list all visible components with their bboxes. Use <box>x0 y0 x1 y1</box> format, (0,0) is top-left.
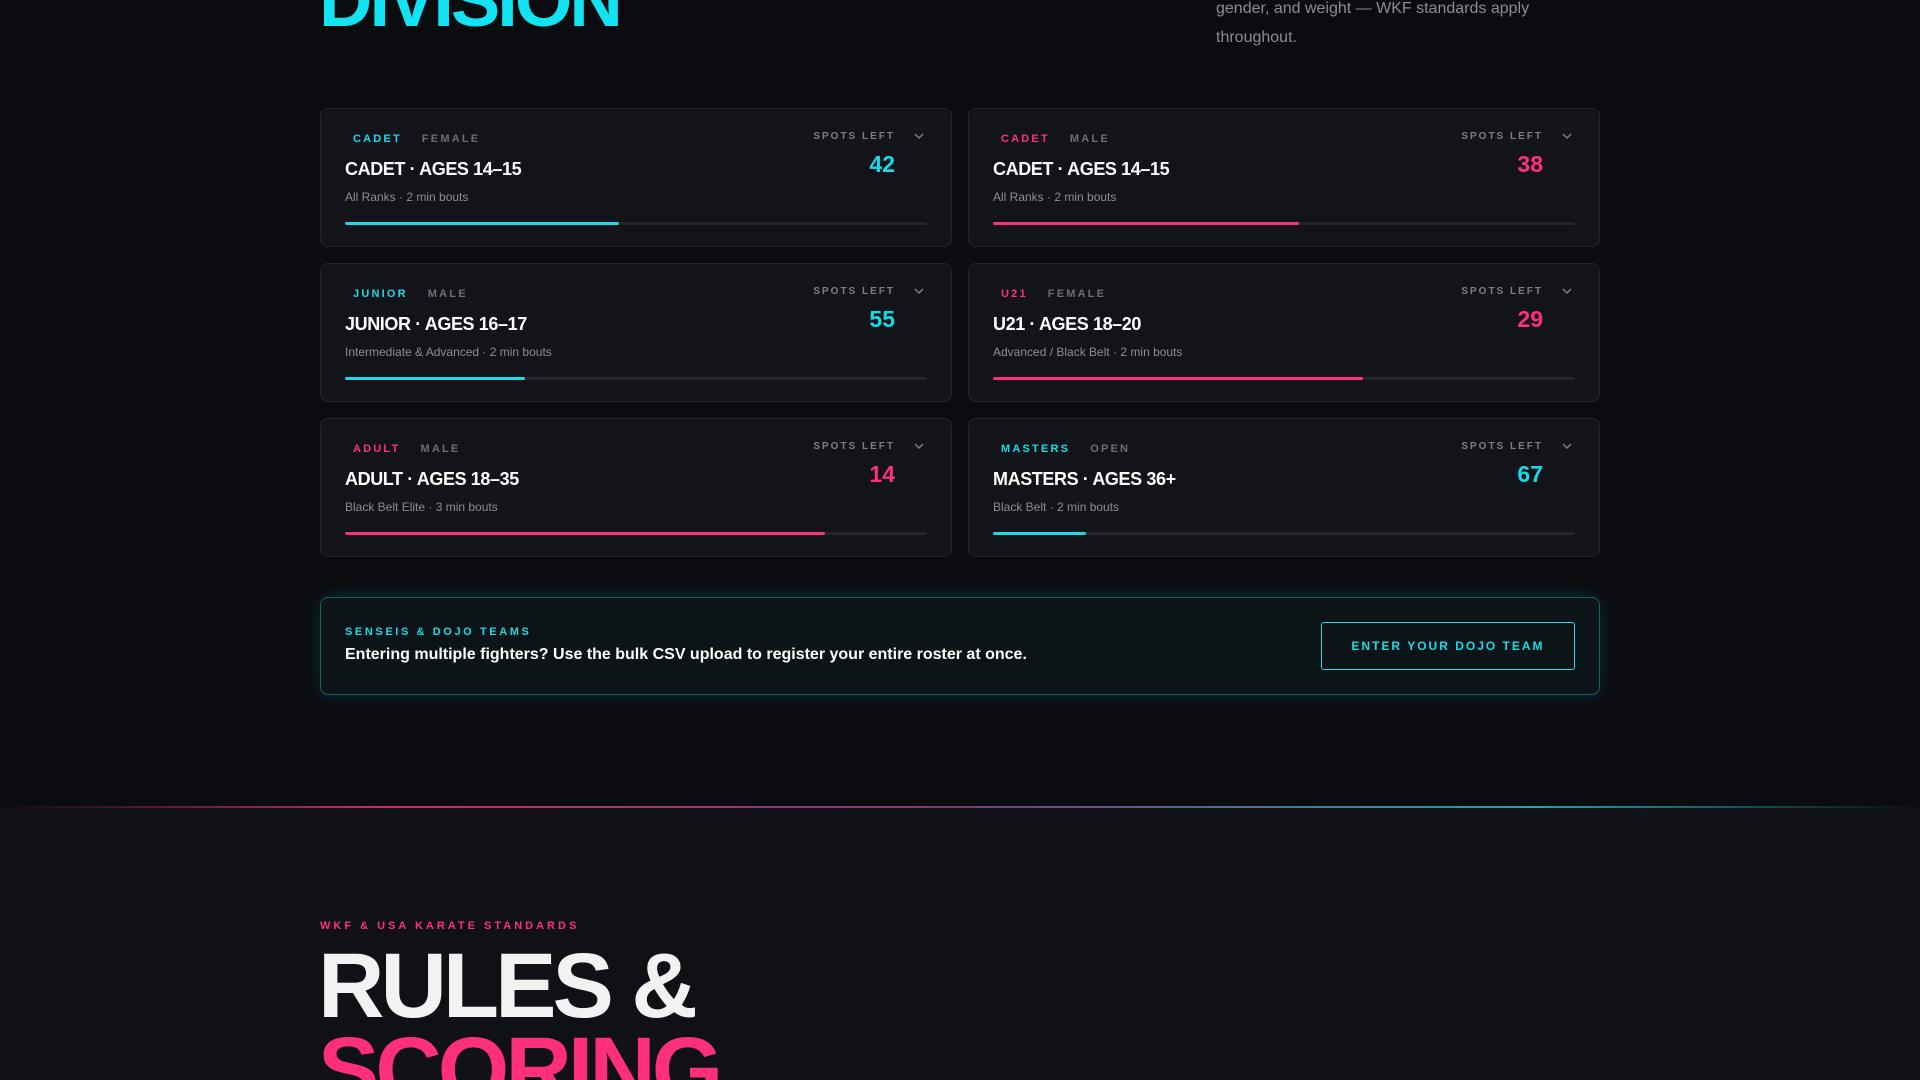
chevron-down-icon[interactable] <box>913 440 925 452</box>
card-tags: CADET FEMALE <box>353 133 480 145</box>
chevron-down-icon[interactable] <box>913 285 925 297</box>
spots-left-value: 29 <box>1517 306 1543 332</box>
division-card[interactable]: U21 FEMALE U21 · AGES 18–20 Advanced / B… <box>968 263 1600 402</box>
spots-left-label: SPOTS LEFT <box>813 131 895 142</box>
card-level-tag: U21 <box>1001 288 1028 300</box>
division-card[interactable]: JUNIOR MALE JUNIOR · AGES 16–17 Intermed… <box>320 263 952 402</box>
capacity-bar <box>993 222 1575 225</box>
capacity-bar <box>993 532 1575 535</box>
card-level-tag: CADET <box>353 133 402 145</box>
card-gender-tag: FEMALE <box>421 133 481 145</box>
division-card[interactable]: CADET FEMALE CADET · AGES 14–15 All Rank… <box>320 108 952 247</box>
card-title: ADULT · AGES 18–35 <box>345 469 519 489</box>
card-gender-tag: MALE <box>1069 133 1110 145</box>
spots-left-value: 42 <box>869 151 895 177</box>
rules-title: RULES & SCORING <box>318 935 723 1080</box>
card-meta: Black Belt · 2 min bouts <box>993 500 1120 514</box>
card-meta: All Ranks · 2 min bouts <box>993 190 1117 204</box>
card-meta: Advanced / Black Belt · 2 min bouts <box>993 345 1183 359</box>
card-gender-tag: OPEN <box>1090 443 1131 455</box>
rules-title-line2: SCORING <box>318 1019 723 1080</box>
spots-left-label: SPOTS LEFT <box>1461 441 1543 452</box>
spots-left-label: SPOTS LEFT <box>1461 131 1543 142</box>
chevron-down-icon[interactable] <box>1561 285 1573 297</box>
spots-left-value: 55 <box>869 306 895 332</box>
capacity-bar-fill <box>345 222 619 225</box>
capacity-bar <box>345 532 927 535</box>
spots-left-label: SPOTS LEFT <box>1461 286 1543 297</box>
card-gender-tag: FEMALE <box>1047 288 1107 300</box>
card-tags: ADULT MALE <box>353 443 460 455</box>
card-title: JUNIOR · AGES 16–17 <box>345 314 527 334</box>
dojo-team-banner: SENSEIS & DOJO TEAMS Entering multiple f… <box>320 597 1600 695</box>
card-meta: All Ranks · 2 min bouts <box>345 190 469 204</box>
chevron-down-icon[interactable] <box>913 130 925 142</box>
chevron-down-icon[interactable] <box>1561 130 1573 142</box>
card-tags: U21 FEMALE <box>1001 288 1106 300</box>
division-card[interactable]: CADET MALE CADET · AGES 14–15 All Ranks … <box>968 108 1600 247</box>
card-meta: Black Belt Elite · 3 min bouts <box>345 500 498 514</box>
division-grid: CADET FEMALE CADET · AGES 14–15 All Rank… <box>320 108 1600 557</box>
capacity-bar-fill <box>345 377 526 380</box>
spots-left-label: SPOTS LEFT <box>813 441 895 452</box>
capacity-bar-fill <box>993 532 1087 535</box>
card-title: U21 · AGES 18–20 <box>993 314 1142 334</box>
capacity-bar-fill <box>345 532 826 535</box>
spots-left-value: 67 <box>1517 461 1543 487</box>
card-title: CADET · AGES 14–15 <box>345 159 522 179</box>
banner-kicker: SENSEIS & DOJO TEAMS <box>345 626 532 638</box>
spots-left-label: SPOTS LEFT <box>813 286 895 297</box>
spots-left-value: 38 <box>1517 151 1543 177</box>
capacity-bar <box>993 377 1575 380</box>
rules-section-background <box>0 808 1920 1080</box>
card-level-tag: CADET <box>1001 133 1050 145</box>
card-tags: JUNIOR MALE <box>353 288 468 300</box>
card-title: CADET · AGES 14–15 <box>993 159 1170 179</box>
enter-dojo-team-button[interactable]: ENTER YOUR DOJO TEAM <box>1321 622 1575 670</box>
capacity-bar <box>345 377 927 380</box>
rules-kicker: WKF & USA KARATE STANDARDS <box>320 920 580 932</box>
chevron-down-icon[interactable] <box>1561 440 1573 452</box>
division-card[interactable]: MASTERS OPEN MASTERS · AGES 36+ Black Be… <box>968 418 1600 557</box>
capacity-bar <box>345 222 927 225</box>
banner-text: Entering multiple fighters? Use the bulk… <box>345 646 1027 663</box>
division-title: DIVISION <box>319 0 623 42</box>
card-title: MASTERS · AGES 36+ <box>993 469 1176 489</box>
card-level-tag: MASTERS <box>1001 443 1071 455</box>
card-gender-tag: MALE <box>427 288 468 300</box>
rules-title-line1: RULES & <box>318 935 698 1037</box>
spots-left-value: 14 <box>869 461 895 487</box>
division-intro: gender, and weight — WKF standards apply… <box>1216 0 1530 46</box>
card-level-tag: JUNIOR <box>353 288 408 300</box>
card-tags: MASTERS OPEN <box>1001 443 1130 455</box>
capacity-bar-fill <box>993 377 1363 380</box>
card-meta: Intermediate & Advanced · 2 min bouts <box>345 345 552 359</box>
card-level-tag: ADULT <box>353 443 401 455</box>
card-tags: CADET MALE <box>1001 133 1110 145</box>
capacity-bar-fill <box>993 222 1299 225</box>
page: DIVISION gender, and weight — WKF standa… <box>0 0 1920 1080</box>
card-gender-tag: MALE <box>420 443 461 455</box>
division-card[interactable]: ADULT MALE ADULT · AGES 18–35 Black Belt… <box>320 418 952 557</box>
